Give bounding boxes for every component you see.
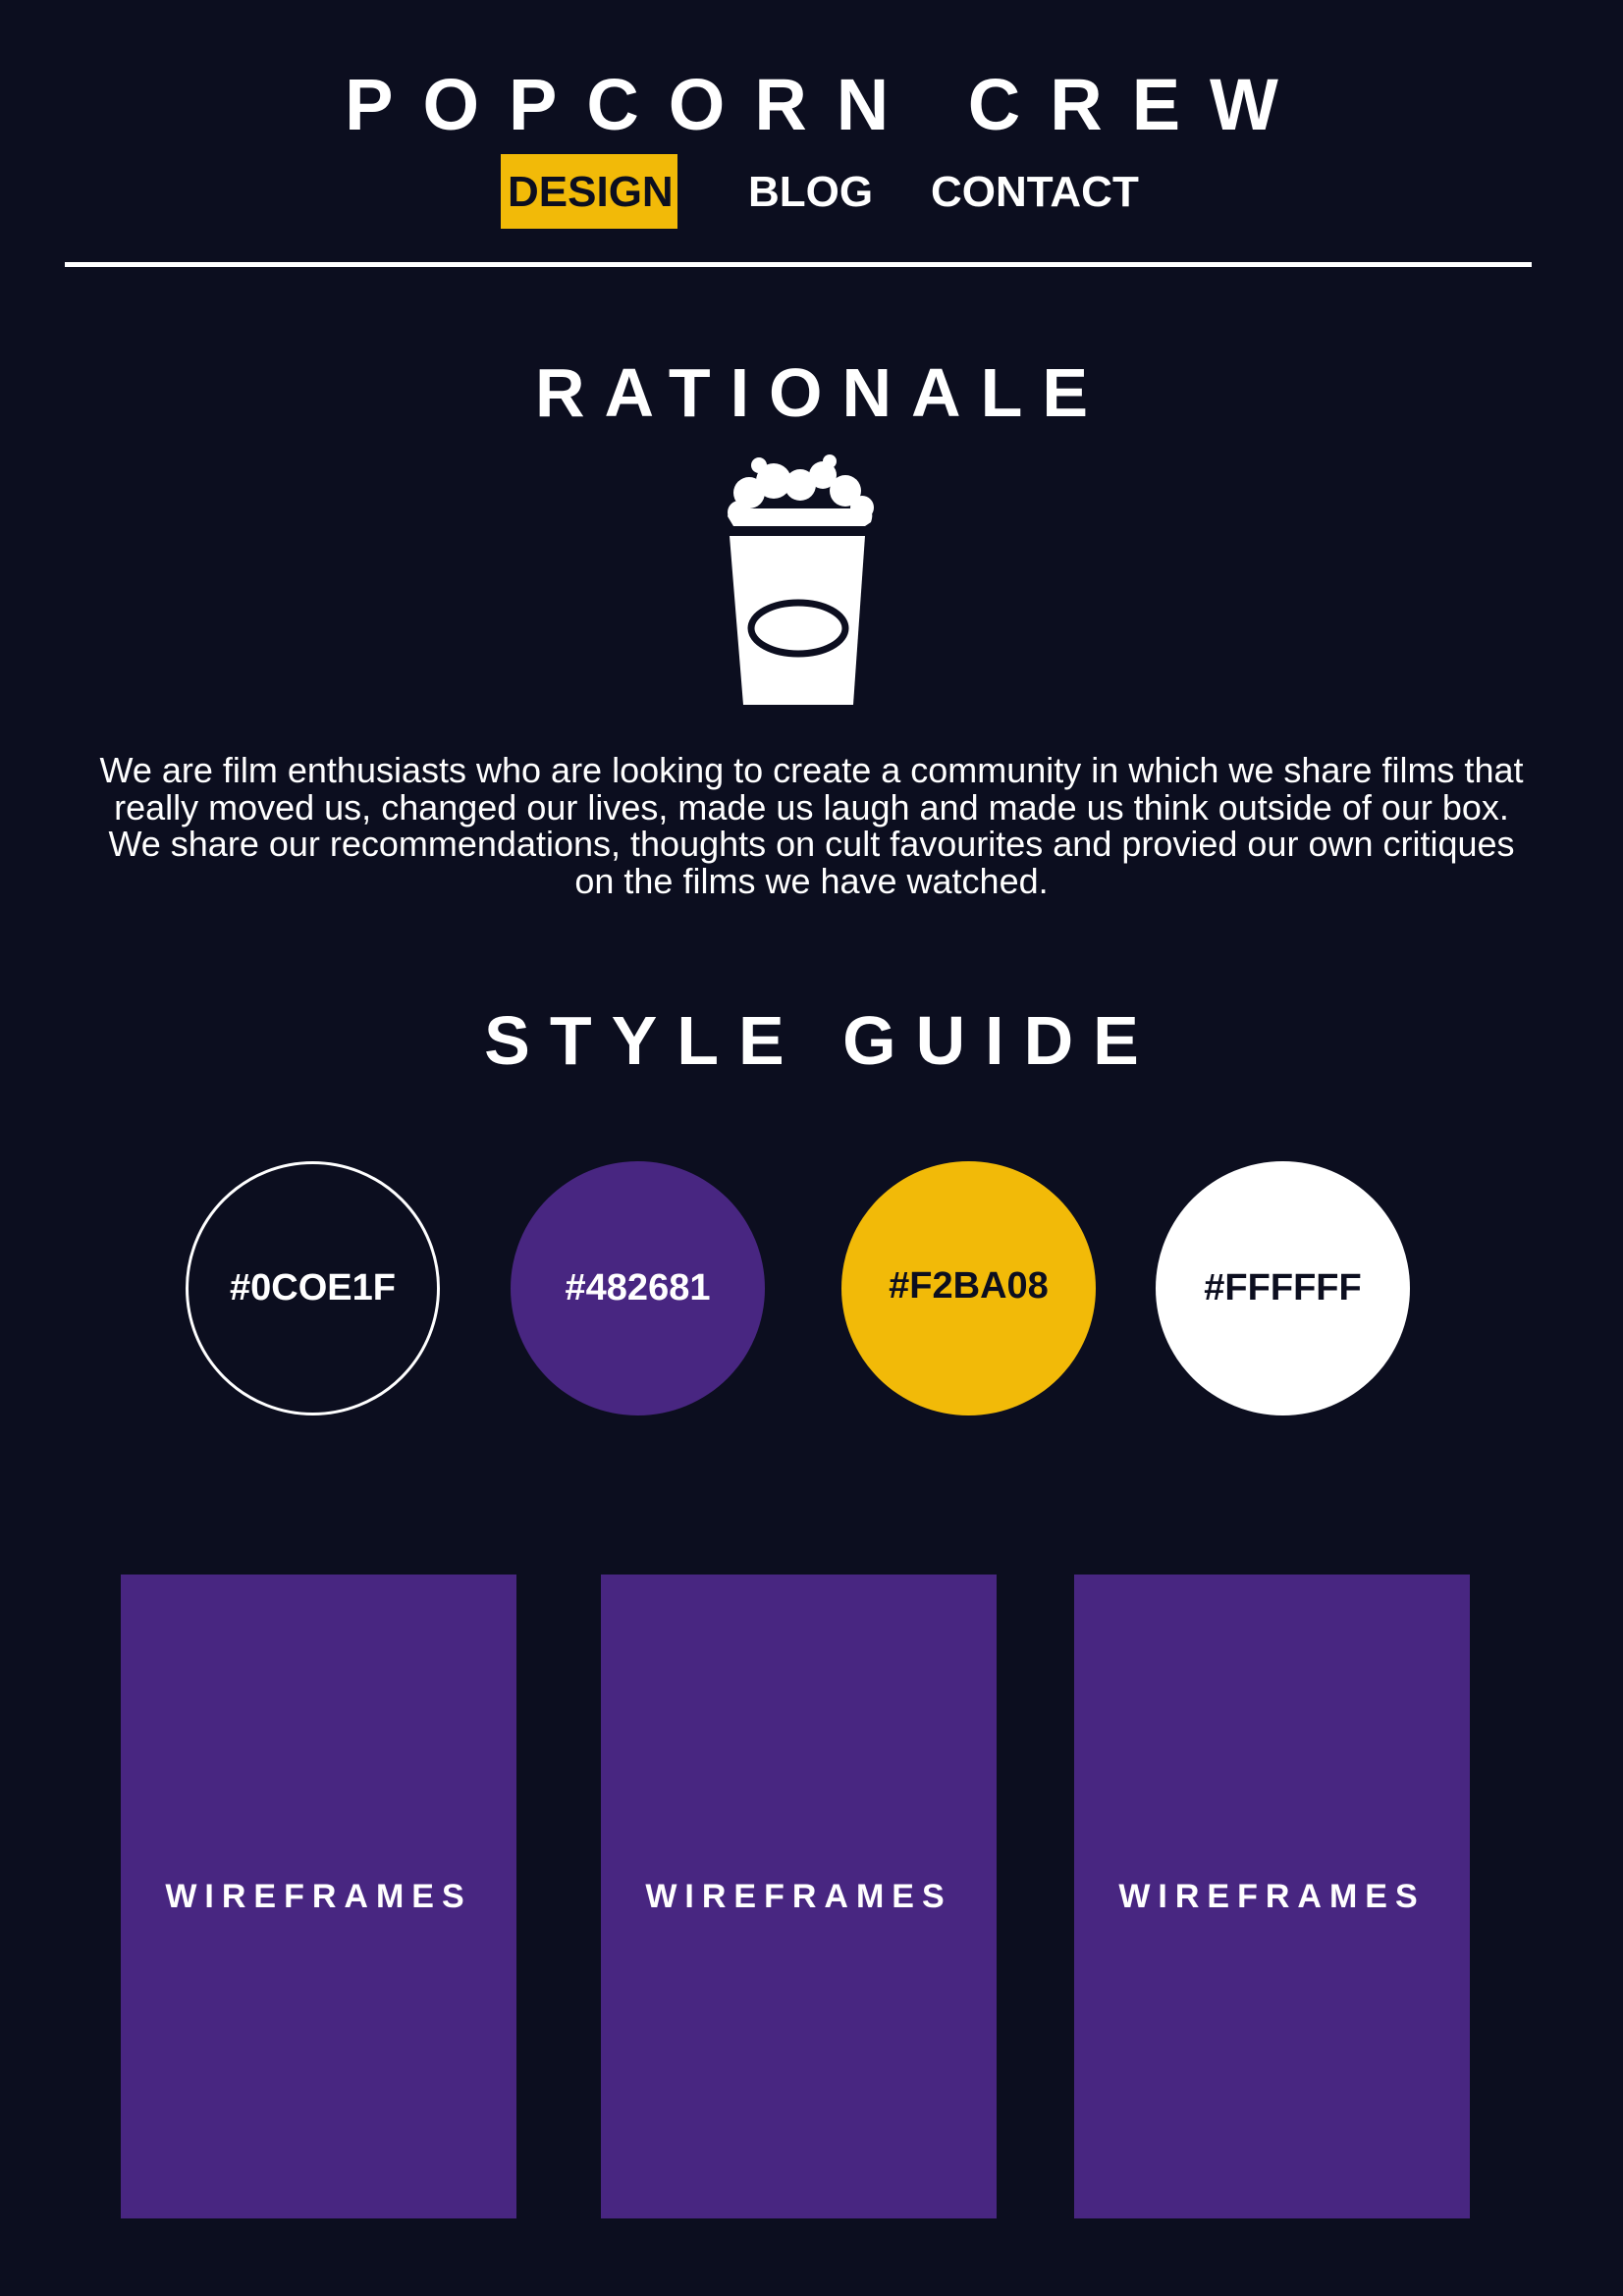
swatch-label: #F2BA08 <box>889 1265 1049 1307</box>
wireframe-label: WIREFRAMES <box>165 1877 472 1915</box>
wireframe-card-3[interactable]: WIREFRAMES <box>1074 1575 1470 2218</box>
nav-item-design[interactable]: DESIGN <box>501 154 677 229</box>
nav-item-blog[interactable]: BLOG <box>748 154 873 229</box>
rationale-title: RATIONALE <box>534 354 1109 431</box>
site-title: POPCORN CREW <box>345 64 1308 145</box>
wireframe-label: WIREFRAMES <box>1118 1877 1426 1915</box>
wireframe-label: WIREFRAMES <box>645 1877 952 1915</box>
swatch-label: #0COE1F <box>230 1267 396 1308</box>
wireframe-card-1[interactable]: WIREFRAMES <box>121 1575 516 2218</box>
popcorn-cup-icon <box>728 454 874 705</box>
color-swatch-dark: #0COE1F <box>186 1161 440 1415</box>
nav-item-contact[interactable]: CONTACT <box>931 154 1139 229</box>
style-guide-title: STYLE GUIDE <box>484 1002 1159 1079</box>
swatch-label: #FFFFFF <box>1204 1267 1362 1308</box>
swatch-label: #482681 <box>565 1267 711 1308</box>
header-divider <box>65 262 1532 267</box>
main-nav: DESIGN BLOG CONTACT <box>0 154 1623 229</box>
rationale-paragraph: We are film enthusiasts who are looking … <box>99 750 1524 901</box>
wireframe-card-2[interactable]: WIREFRAMES <box>601 1575 997 2218</box>
color-swatch-yellow: #F2BA08 <box>841 1161 1096 1415</box>
color-swatch-white: #FFFFFF <box>1156 1161 1410 1415</box>
page: POPCORN CREW DESIGN BLOG CONTACT RATIONA… <box>0 0 1623 2296</box>
color-swatch-purple: #482681 <box>511 1161 765 1415</box>
